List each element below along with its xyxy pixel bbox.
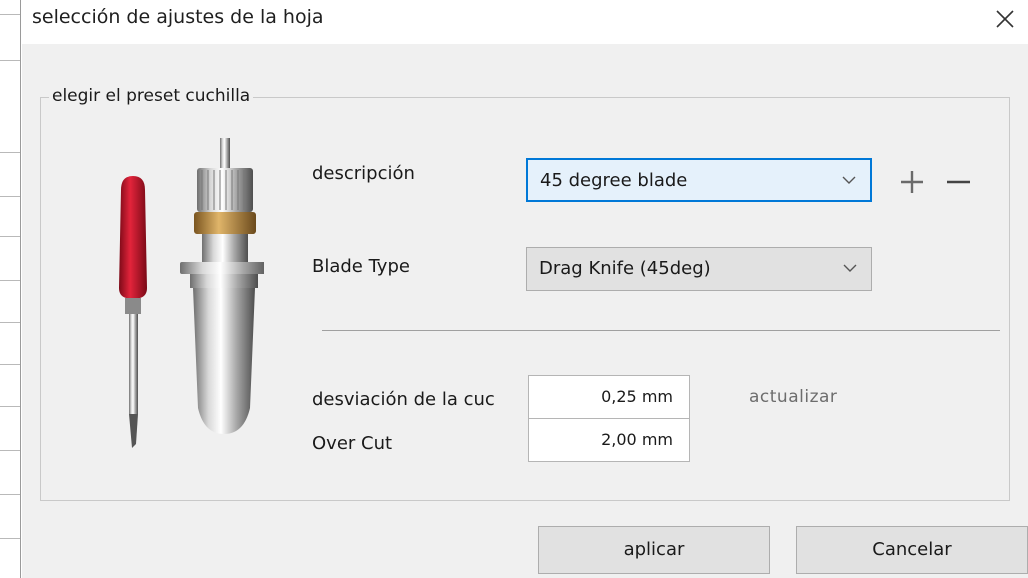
- update-button[interactable]: actualizar: [749, 387, 837, 407]
- divider: [0, 494, 20, 495]
- divider: [0, 14, 20, 15]
- minus-icon[interactable]: [944, 168, 972, 196]
- divider: [0, 450, 20, 451]
- divider: [0, 322, 20, 323]
- background-window-edge: [0, 0, 22, 578]
- group-label: elegir el preset cuchilla: [49, 86, 254, 106]
- description-value: 45 degree blade: [540, 170, 688, 191]
- overcut-label: Over Cut: [312, 433, 393, 454]
- divider: [0, 196, 20, 197]
- window-border: [20, 0, 21, 578]
- cancel-button[interactable]: Cancelar: [796, 526, 1028, 574]
- apply-button[interactable]: aplicar: [538, 526, 770, 574]
- divider: [0, 60, 20, 61]
- blade-offset-input[interactable]: 0,25 mm: [528, 375, 690, 419]
- description-select[interactable]: 45 degree blade: [526, 158, 872, 202]
- divider: [0, 236, 20, 237]
- close-icon: [996, 10, 1014, 28]
- blade-holder-image: [119, 138, 264, 448]
- close-button[interactable]: [982, 0, 1028, 40]
- blade-type-select[interactable]: Drag Knife (45deg): [526, 247, 872, 291]
- divider: [0, 364, 20, 365]
- overcut-value: 2,00 mm: [601, 430, 673, 449]
- plus-icon[interactable]: [898, 168, 926, 196]
- overcut-input[interactable]: 2,00 mm: [528, 418, 690, 462]
- chevron-down-icon: [842, 176, 856, 184]
- description-label: descripción: [312, 163, 415, 184]
- divider: [0, 152, 20, 153]
- section-divider: [322, 330, 1000, 331]
- blade-type-value: Drag Knife (45deg): [539, 258, 711, 279]
- divider: [0, 280, 20, 281]
- divider: [0, 406, 20, 407]
- blade-settings-dialog: selección de ajustes de la hoja elegir e…: [22, 0, 1028, 578]
- blade-type-label: Blade Type: [312, 256, 410, 277]
- divider: [0, 538, 20, 539]
- dialog-title: selección de ajustes de la hoja: [32, 6, 324, 28]
- title-bar: selección de ajustes de la hoja: [22, 0, 1028, 44]
- blade-offset-value: 0,25 mm: [601, 387, 673, 406]
- blade-offset-label: desviación de la cuc: [312, 389, 495, 410]
- screen: selección de ajustes de la hoja elegir e…: [0, 0, 1028, 578]
- chevron-down-icon: [843, 264, 857, 272]
